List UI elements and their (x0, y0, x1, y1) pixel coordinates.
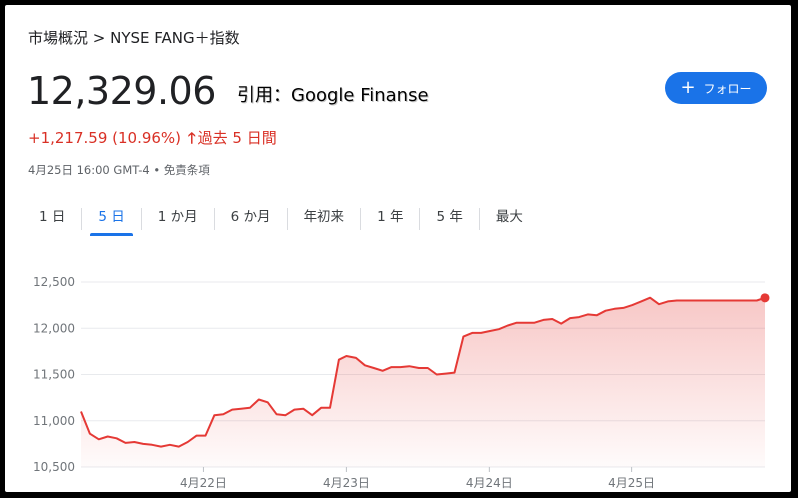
x-tick-label: 4月23日 (323, 476, 370, 490)
y-tick-label: 11,500 (33, 368, 75, 382)
y-tick-label: 12,000 (33, 321, 75, 335)
y-tick-label: 12,500 (33, 275, 75, 289)
y-tick-label: 11,000 (33, 414, 75, 428)
finance-card: 市場概況 > NYSE FANG＋指数 12,329.06 引用：Google … (5, 5, 791, 492)
x-tick-label: 4月22日 (180, 476, 227, 490)
series-area (81, 297, 765, 467)
x-tick-label: 4月24日 (466, 476, 513, 490)
x-tick-label: 4月25日 (608, 476, 655, 490)
price-chart: 12,500 12,000 11,500 11,000 10,500 4月22日 4月23日… (33, 275, 770, 490)
last-point-marker (760, 293, 770, 303)
y-tick-label: 10,500 (33, 460, 75, 474)
